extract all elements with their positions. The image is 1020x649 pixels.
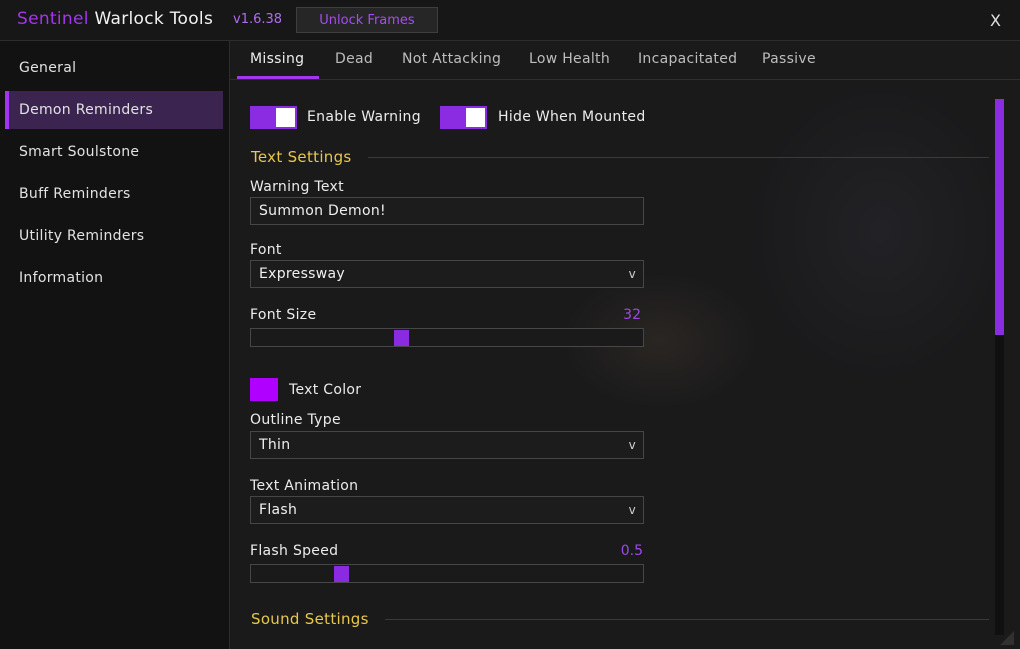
section-divider — [385, 619, 989, 620]
tab-passive[interactable]: Passive — [762, 51, 816, 67]
scrollbar-thumb[interactable] — [995, 99, 1004, 335]
outline-type-value: Thin — [259, 437, 291, 453]
chevron-down-icon: v — [628, 503, 636, 517]
font-size-slider[interactable] — [250, 328, 644, 347]
text-settings-header: Text Settings — [251, 148, 352, 166]
addon-window: Sentinel Warlock Tools v1.6.38 Unlock Fr… — [0, 0, 1020, 649]
enable-warning-label: Enable Warning — [307, 109, 421, 125]
text-color-swatch[interactable] — [250, 378, 278, 401]
title-bar[interactable]: Sentinel Warlock Tools v1.6.38 Unlock Fr… — [0, 0, 1020, 41]
chevron-down-icon: v — [628, 267, 636, 281]
window-title: Sentinel Warlock Tools — [17, 9, 213, 29]
sidebar-item-utility-reminders[interactable]: Utility Reminders — [5, 217, 223, 255]
text-animation-dropdown[interactable]: Flash v — [250, 496, 644, 524]
text-animation-label: Text Animation — [250, 478, 359, 494]
outline-type-dropdown[interactable]: Thin v — [250, 431, 644, 459]
sidebar: General Demon Reminders Smart Soulstone … — [0, 41, 230, 649]
settings-panel: Missing Dead Not Attacking Low Health In… — [230, 41, 1020, 649]
sidebar-item-information[interactable]: Information — [5, 259, 223, 297]
toggle-knob — [276, 108, 295, 127]
tab-dead[interactable]: Dead — [335, 51, 373, 67]
scrollbar[interactable] — [995, 99, 1004, 635]
tab-not-attacking[interactable]: Not Attacking — [402, 51, 501, 67]
sidebar-item-buff-reminders[interactable]: Buff Reminders — [5, 175, 223, 213]
tab-low-health[interactable]: Low Health — [529, 51, 610, 67]
font-size-label: Font Size — [250, 307, 317, 323]
flash-speed-value: 0.5 — [620, 543, 643, 559]
tab-bar: Missing Dead Not Attacking Low Health In… — [230, 41, 1020, 80]
toggle-knob — [466, 108, 485, 127]
slider-thumb[interactable] — [394, 330, 409, 346]
hide-when-mounted-label: Hide When Mounted — [498, 109, 646, 125]
resize-grip-icon[interactable] — [1000, 631, 1014, 645]
title-rest: Warlock Tools — [88, 9, 214, 29]
hide-when-mounted-toggle[interactable] — [440, 106, 487, 129]
text-animation-value: Flash — [259, 502, 298, 518]
warning-text-input[interactable]: Summon Demon! — [250, 197, 644, 225]
version-label: v1.6.38 — [233, 12, 283, 27]
font-size-value: 32 — [623, 307, 641, 323]
sidebar-item-general[interactable]: General — [5, 49, 223, 87]
section-divider — [368, 157, 989, 158]
active-tab-indicator — [237, 76, 319, 79]
font-dropdown[interactable]: Expressway v — [250, 260, 644, 288]
tab-missing[interactable]: Missing — [250, 51, 304, 67]
font-dropdown-value: Expressway — [259, 266, 345, 282]
tab-incapacitated[interactable]: Incapacitated — [638, 51, 737, 67]
background-art-2 — [750, 81, 1010, 381]
close-icon[interactable]: X — [990, 11, 1001, 30]
unlock-frames-button[interactable]: Unlock Frames — [296, 7, 438, 33]
warning-text-label: Warning Text — [250, 179, 344, 195]
enable-warning-toggle[interactable] — [250, 106, 297, 129]
flash-speed-slider[interactable] — [250, 564, 644, 583]
sound-settings-header: Sound Settings — [251, 610, 369, 628]
chevron-down-icon: v — [628, 438, 636, 452]
title-brand: Sentinel — [17, 9, 89, 29]
outline-type-label: Outline Type — [250, 412, 341, 428]
sidebar-item-smart-soulstone[interactable]: Smart Soulstone — [5, 133, 223, 171]
font-label: Font — [250, 242, 282, 258]
sidebar-item-demon-reminders[interactable]: Demon Reminders — [5, 91, 223, 129]
text-color-label: Text Color — [289, 382, 362, 398]
flash-speed-label: Flash Speed — [250, 543, 339, 559]
slider-thumb[interactable] — [334, 566, 349, 582]
